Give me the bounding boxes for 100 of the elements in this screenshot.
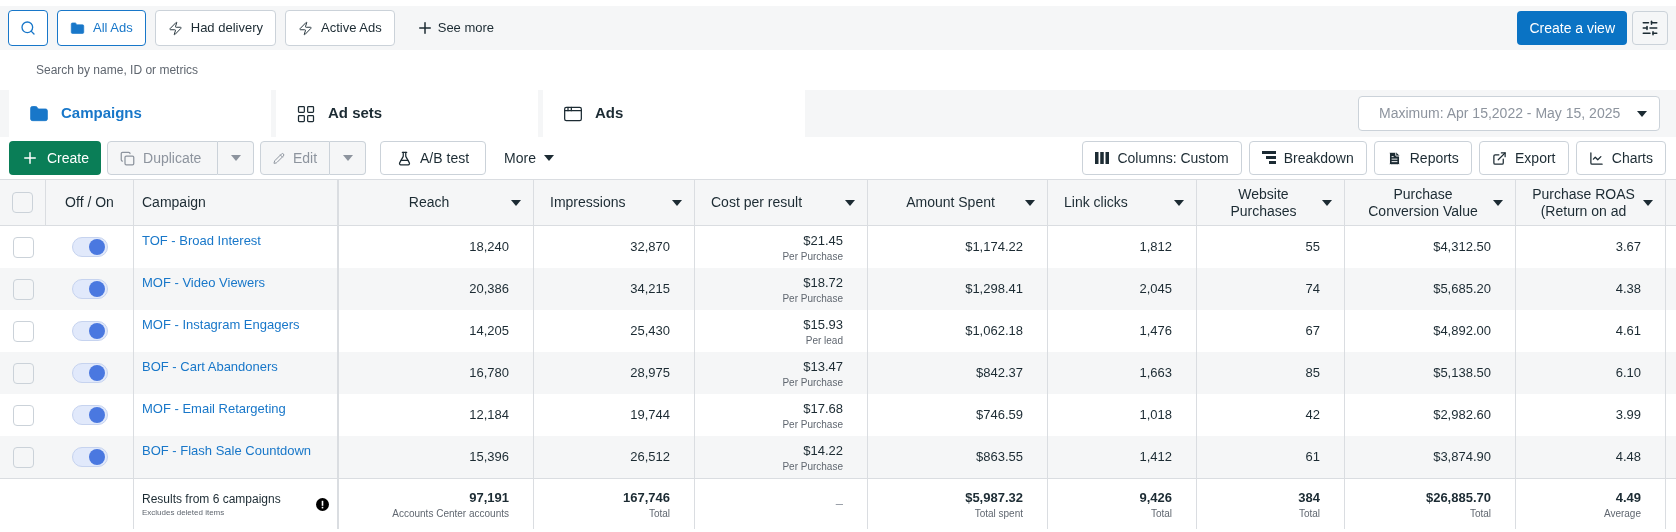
table-cell-text: $842.37 [976,364,1023,383]
campaign-link[interactable]: BOF - Cart Abandoners [142,357,278,377]
dropdown-button[interactable] [218,141,255,175]
lightning-icon [167,20,183,36]
toggle-switch[interactable] [71,321,108,341]
tab[interactable]: Ads [543,90,805,137]
grid-icon [296,103,316,124]
table-cell-text: $4,892.00 [1433,322,1491,341]
result-type: Per lead [805,334,843,347]
column-header[interactable]: Purchase ROAS (Return on ad [1532,185,1635,220]
caret-icon [1643,199,1653,206]
table-cell-text: $746.59 [976,406,1023,425]
table-cell-text: 3.99 [1615,406,1641,425]
plus-icon [21,149,39,167]
table-cell-text: $1,062.18 [965,322,1023,341]
see-more-button[interactable]: See more [403,10,507,46]
toolbar-button[interactable]: Charts [1575,141,1666,175]
toolbar-button[interactable]: Columns: Custom [1082,141,1242,175]
total-value: 97,191 [469,489,509,508]
folder-icon [29,103,49,124]
total-value: 167,746 [623,489,670,508]
column-header[interactable]: Purchase Conversion Value [1361,185,1485,220]
row-checkbox[interactable] [12,404,34,426]
table-cell-text: 1,412 [1139,448,1172,467]
filter-chip[interactable]: Had delivery [154,10,276,46]
table-cell-text: 28,975 [630,364,670,383]
pencil-icon [273,150,285,166]
toolbar-button[interactable]: Reports [1373,141,1472,175]
create-view-button[interactable]: Create a view [1517,11,1627,45]
row-checkbox[interactable] [12,236,34,258]
row-checkbox[interactable] [12,320,34,342]
caret-icon [845,199,855,206]
campaign-link[interactable]: MOF - Video Viewers [142,273,266,293]
more-menu-button[interactable]: More [492,141,566,175]
table-cell-text: 4.61 [1615,322,1641,341]
campaign-link[interactable]: TOF - Broad Interest [142,231,261,251]
column-header[interactable]: Cost per result [711,194,837,211]
table-cell-text: 1,663 [1139,364,1172,383]
settings-button[interactable] [1632,11,1668,45]
table-cell-text: 6.10 [1615,364,1641,383]
toggle-switch[interactable] [71,447,108,467]
total-value: – [835,495,843,514]
toggle-switch[interactable] [71,405,108,425]
search-field[interactable]: Search by name, ID or metrics [36,61,636,79]
tab[interactable]: Campaigns [9,90,271,137]
table-cell-text: $18.72 [803,274,843,293]
table-cell-text: $4,312.50 [1433,238,1491,257]
columns-icon [1095,152,1110,164]
caret-icon [1322,199,1332,206]
table-cell-text: 74 [1305,280,1320,299]
caret-icon [511,199,521,206]
row-checkbox[interactable] [12,362,34,384]
column-header[interactable]: Impressions [550,194,664,211]
table-cell-text: 85 [1305,364,1320,383]
table-cell-text: 16,780 [469,364,509,383]
table-cell-text: 25,430 [630,322,670,341]
select-all-checkbox[interactable] [12,192,33,213]
table-cell-text: 1,476 [1139,322,1172,341]
column-header[interactable]: Website Purchases [1213,185,1314,220]
table-cell-text: 1,812 [1139,238,1172,257]
table-cell-text: $17.68 [803,400,843,419]
caret-icon [230,155,241,161]
row-checkbox[interactable] [12,278,34,300]
campaign-link[interactable]: MOF - Email Retargeting [142,399,286,419]
dropdown-button[interactable] [330,141,367,175]
toolbar-button[interactable]: Breakdown [1248,141,1367,175]
campaign-link[interactable]: MOF - Instagram Engagers [142,315,300,335]
toggle-switch[interactable] [71,279,108,299]
filter-chip[interactable]: Active Ads [285,10,395,46]
table-cell-text: $5,685.20 [1433,280,1491,299]
create-button[interactable]: Create [9,141,102,175]
toggle-switch[interactable] [71,363,108,383]
total-label: Total [648,507,670,520]
toggle-switch[interactable] [71,237,108,257]
caret-icon [1493,199,1503,206]
column-header[interactable]: Campaign [142,192,206,213]
column-header[interactable]: Amount Spent [884,194,1017,211]
column-header[interactable]: Reach [355,194,503,211]
total-label: Total [1469,507,1491,520]
table-cell-text: 14,205 [469,322,509,341]
total-value: 384 [1298,489,1320,508]
table-cell-text: 42 [1305,406,1320,425]
table-cell-text: $15.93 [803,316,843,335]
table-cell-text: $2,982.60 [1433,406,1491,425]
total-value: $5,987.32 [965,489,1023,508]
column-header: Off / On [65,193,114,212]
column-header[interactable]: Link clicks [1064,194,1166,211]
folder-icon [70,20,85,36]
table-cell-text: 2,045 [1139,280,1172,299]
table-cell-text: 12,184 [469,406,509,425]
toolbar-button[interactable]: Export [1478,141,1569,175]
toolbar-button[interactable]: A/B test [380,141,487,175]
search-button[interactable] [8,10,48,46]
row-checkbox[interactable] [12,446,34,468]
summary-note: Excludes deleted items [142,508,226,518]
result-type: Per Purchase [782,460,843,473]
campaign-link[interactable]: BOF - Flash Sale Countdown [142,441,312,461]
tab[interactable]: Ad sets [276,90,538,137]
table-cell-text: $1,174.22 [965,238,1023,257]
filter-chip[interactable]: All Ads [57,10,146,46]
